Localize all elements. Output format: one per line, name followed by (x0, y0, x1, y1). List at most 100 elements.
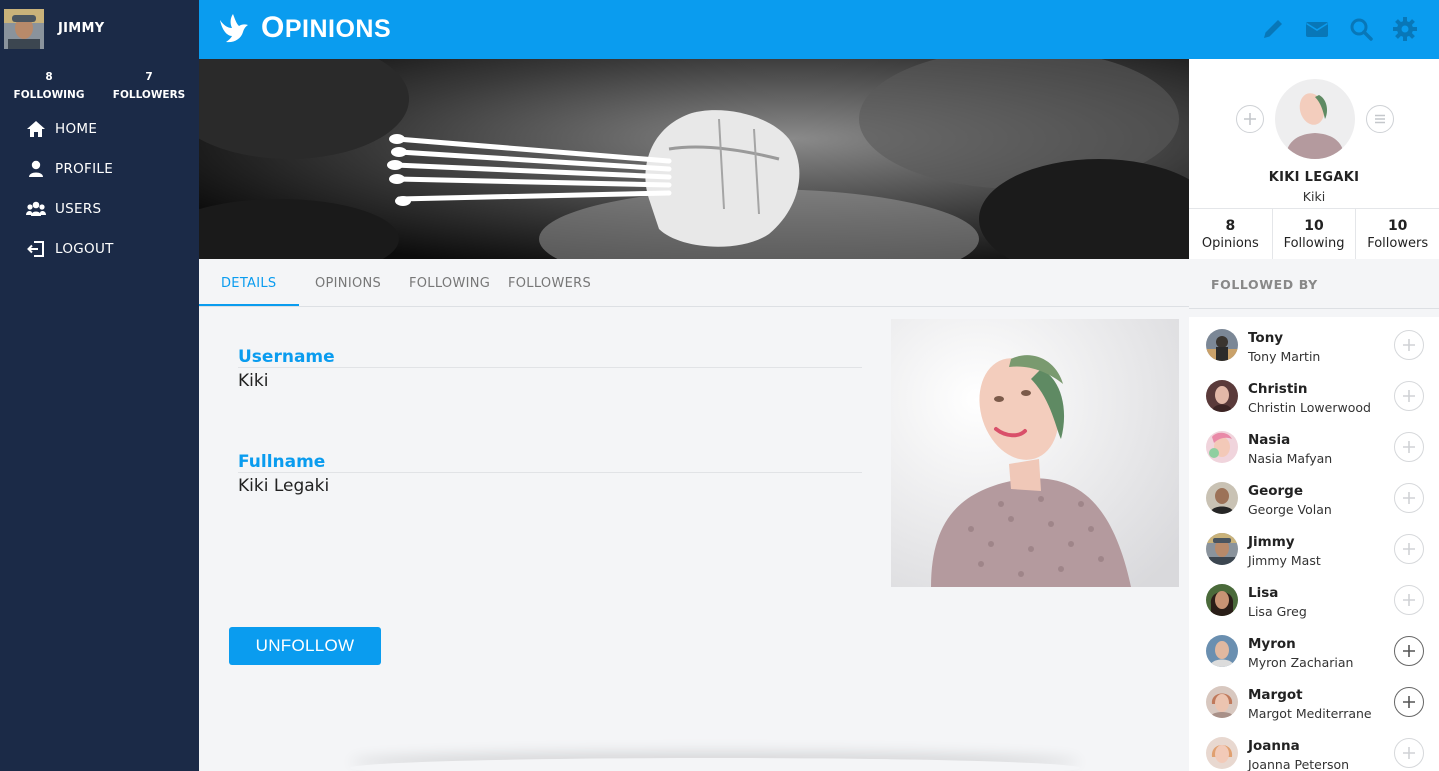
follower-name: George (1248, 483, 1303, 499)
following-stat[interactable]: 8 FOLLOWING (12, 68, 86, 104)
follower-fullname: Myron Zacharian (1248, 655, 1354, 670)
list-item[interactable]: Lisa Lisa Greg (1189, 572, 1439, 623)
avatar (1206, 380, 1238, 412)
list-item[interactable]: Christin Christin Lowerwood (1189, 368, 1439, 419)
follow-button[interactable] (1394, 636, 1424, 666)
nav-logout[interactable]: LOGOUT (26, 237, 114, 261)
stat-following[interactable]: 10 Following (1273, 209, 1357, 259)
follower-fullname: Jimmy Mast (1248, 553, 1321, 568)
stat-value: 8 (1225, 218, 1236, 234)
tab-followers[interactable]: FOLLOWERS (508, 276, 591, 291)
follow-button[interactable] (1394, 381, 1424, 411)
followers-stat[interactable]: 7 FOLLOWERS (112, 68, 186, 104)
stat-opinions[interactable]: 8 Opinions (1189, 209, 1273, 259)
list-item[interactable]: Jimmy Jimmy Mast (1189, 521, 1439, 572)
stat-label: Followers (1367, 236, 1429, 251)
follower-fullname: Nasia Mafyan (1248, 451, 1333, 466)
list-item[interactable]: Myron Myron Zacharian (1189, 623, 1439, 674)
app-title[interactable]: OPINIONS (261, 11, 391, 45)
list-item[interactable]: Nasia Nasia Mafyan (1189, 419, 1439, 470)
following-count: 8 (45, 71, 53, 83)
list-item[interactable]: Margot Margot Mediterrane (1189, 674, 1439, 725)
plus-icon (1403, 645, 1415, 657)
follower-fullname: Margot Mediterrane (1248, 706, 1372, 721)
follow-button[interactable] (1394, 687, 1424, 717)
fullname-value: Kiki Legaki (238, 476, 330, 496)
user-icon (29, 160, 43, 177)
stat-label: Following (1283, 236, 1345, 251)
profile-avatar[interactable] (1275, 79, 1355, 159)
stat-value: 10 (1304, 218, 1324, 234)
profile-photo (891, 319, 1179, 587)
app-title-initial: O (261, 11, 285, 44)
app-title-rest: PINIONS (284, 15, 392, 43)
fullname-label: Fullname (238, 453, 862, 473)
avatar (1206, 533, 1238, 565)
follow-button[interactable] (1394, 585, 1424, 615)
follow-button[interactable] (1394, 738, 1424, 768)
profile-name: KIKI LEGAKI (1268, 170, 1360, 185)
avatar (1206, 431, 1238, 463)
follower-name: Margot (1248, 687, 1303, 703)
follower-fullname: Tony Martin (1248, 349, 1321, 364)
list-button[interactable] (1366, 105, 1394, 133)
plus-icon (1403, 747, 1415, 759)
plus-icon (1403, 390, 1415, 402)
follower-fullname: Joanna Peterson (1248, 757, 1350, 771)
dove-logo-icon (220, 14, 248, 43)
sidebar: JIMMY 8 FOLLOWING 7 FOLLOWERS HOME PROFI… (0, 0, 199, 771)
plus-icon (1403, 594, 1415, 606)
plus-icon (1403, 339, 1415, 351)
plus-icon (1403, 543, 1415, 555)
footer-shadow (350, 758, 1080, 771)
avatar (1206, 686, 1238, 718)
nav-profile-label: PROFILE (55, 161, 114, 177)
user-name: JIMMY (58, 21, 105, 36)
unfollow-button[interactable]: UNFOLLOW (229, 627, 381, 665)
follow-button[interactable] (1394, 330, 1424, 360)
nav-users[interactable]: USERS (26, 197, 101, 221)
follow-button[interactable] (1394, 534, 1424, 564)
username-value: Kiki (238, 371, 269, 391)
top-bar: OPINIONS (199, 0, 1439, 59)
avatar (1206, 737, 1238, 769)
followers-label: FOLLOWERS (112, 89, 186, 101)
logout-icon (27, 241, 44, 257)
plus-icon (1403, 492, 1415, 504)
avatar (1206, 482, 1238, 514)
followers-count: 7 (145, 71, 153, 83)
list-item[interactable]: Tony Tony Martin (1189, 317, 1439, 368)
avatar[interactable] (4, 9, 44, 49)
plus-icon (1403, 441, 1415, 453)
tab-opinions[interactable]: OPINIONS (315, 276, 381, 291)
plus-icon (1244, 113, 1256, 125)
nav-profile[interactable]: PROFILE (26, 157, 113, 181)
followed-by-header: FOLLOWED BY (1189, 259, 1439, 309)
list-item[interactable]: Joanna Joanna Peterson (1189, 725, 1439, 771)
follow-add-button[interactable] (1236, 105, 1264, 133)
home-icon (27, 121, 45, 137)
mail-icon[interactable] (1304, 16, 1330, 42)
search-icon[interactable] (1348, 16, 1374, 42)
avatar (1206, 329, 1238, 361)
pencil-icon[interactable] (1260, 16, 1286, 42)
follower-name: Nasia (1248, 432, 1291, 448)
follow-button[interactable] (1394, 432, 1424, 462)
nav-home[interactable]: HOME (26, 117, 97, 141)
follower-name: Joanna (1248, 738, 1300, 754)
follower-fullname: George Volan (1248, 502, 1332, 517)
avatar (1206, 584, 1238, 616)
list-icon (1375, 114, 1385, 124)
profile-username: Kiki (1302, 189, 1326, 204)
list-item[interactable]: George George Volan (1189, 470, 1439, 521)
profile-card: KIKI LEGAKI Kiki 8 Opinions 10 Following… (1189, 59, 1439, 259)
follower-fullname: Christin Lowerwood (1248, 400, 1371, 415)
tab-details[interactable]: DETAILS (221, 276, 276, 291)
tab-following[interactable]: FOLLOWING (409, 276, 490, 291)
followed-by-title: FOLLOWED BY (1211, 277, 1318, 292)
stat-followers[interactable]: 10 Followers (1356, 209, 1439, 259)
plus-icon (1403, 696, 1415, 708)
gear-icon[interactable] (1392, 16, 1418, 42)
follow-button[interactable] (1394, 483, 1424, 513)
nav-home-label: HOME (55, 121, 98, 137)
